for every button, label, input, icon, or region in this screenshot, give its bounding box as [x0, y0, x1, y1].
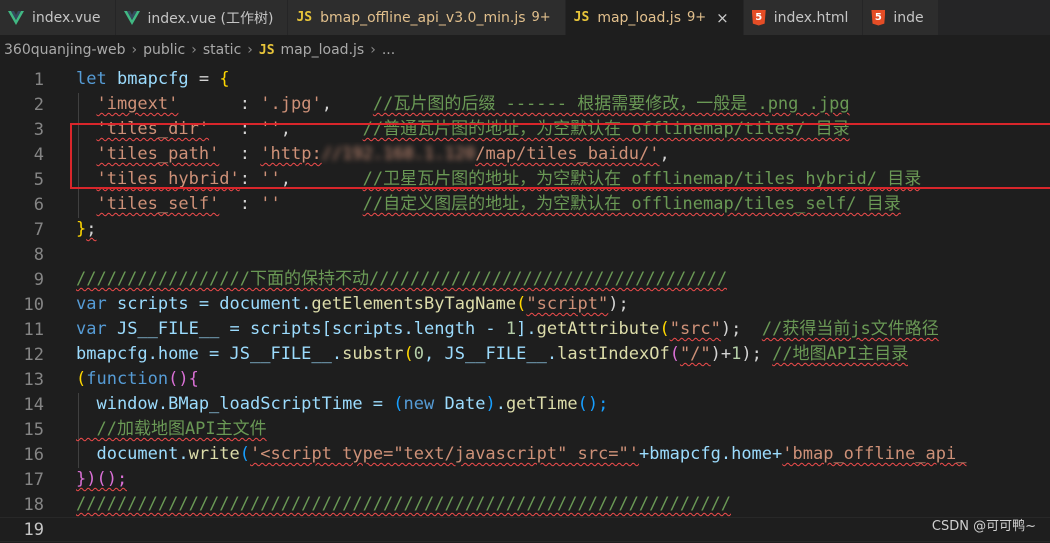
line-number: 4: [33, 144, 44, 165]
line-number: 5: [33, 169, 44, 190]
tab-label: map_load.js: [597, 9, 681, 26]
line-number: 8: [33, 244, 44, 265]
code-line[interactable]: 7 };: [0, 217, 1050, 242]
code-line[interactable]: 15 //加载地图API主文件: [0, 417, 1050, 442]
code-text: 'tiles_dir' : '', //普通瓦片图的地址，为空默认在 offli…: [96, 119, 850, 139]
breadcrumb-item-file[interactable]: map_load.js: [281, 42, 365, 58]
chevron-right-icon: ›: [191, 42, 197, 58]
chevron-right-icon: ›: [247, 42, 253, 58]
code-line[interactable]: 4 'tiles_path' : 'http://192.168.1.120/m…: [0, 142, 1050, 167]
tab-index-vue-worktree[interactable]: index.vue (工作树): [115, 0, 289, 35]
tab-label: index.html: [773, 9, 849, 26]
code-text: window.BMap_loadScriptTime = (new Date).…: [76, 394, 609, 414]
tab-index-html-2[interactable]: 5 inde: [863, 0, 939, 35]
code-line[interactable]: 11 var JS__FILE__ = scripts[scripts.leng…: [0, 317, 1050, 342]
chevron-right-icon: ›: [370, 42, 376, 58]
tab-bmap-offline-api[interactable]: JS bmap_offline_api_v3.0_min.js 9+: [288, 0, 566, 35]
tab-label: index.vue (工作树): [147, 10, 274, 27]
tab-index-html[interactable]: 5 index.html: [743, 0, 864, 35]
tab-label: inde: [893, 9, 924, 26]
js-icon: JS: [573, 10, 590, 25]
code-text: bmapcfg.home = JS__FILE__.substr(0, JS__…: [76, 344, 909, 364]
line-number: 18: [23, 494, 44, 515]
code-line[interactable]: 14 window.BMap_loadScriptTime = (new Dat…: [0, 392, 1050, 417]
line-number: 12: [23, 344, 44, 365]
line-number: 17: [23, 469, 44, 490]
vue-icon: [123, 10, 140, 25]
watermark: CSDN @可可鸭~: [931, 519, 1036, 534]
line-number: 13: [23, 369, 44, 390]
code-text: var JS__FILE__ = scripts[scripts.length …: [76, 319, 939, 339]
problem-count-badge: 9+: [687, 10, 707, 25]
line-number: 10: [23, 294, 44, 315]
line-number: 15: [23, 419, 44, 440]
code-line[interactable]: 12 bmapcfg.home = JS__FILE__.substr(0, J…: [0, 342, 1050, 367]
code-text: 'tiles_hybrid': '', //卫星瓦片图的地址，为空默认在 off…: [96, 169, 922, 189]
line-number: 6: [33, 194, 44, 215]
breadcrumb-item-static[interactable]: static: [203, 42, 241, 58]
code-text: };: [76, 219, 97, 239]
js-icon: JS: [296, 10, 313, 25]
line-number: 1: [33, 69, 44, 90]
code-line[interactable]: 8: [0, 242, 1050, 267]
code-line[interactable]: 6 'tiles_self' : '' //自定义图层的地址，为空默认在 off…: [0, 192, 1050, 217]
code-line[interactable]: 13 (function(){: [0, 367, 1050, 392]
code-text: /////////////////下面的保持不动////////////////…: [76, 269, 728, 289]
code-text: })();: [76, 469, 128, 489]
vue-icon: [8, 10, 24, 25]
html5-icon: 5: [751, 9, 766, 26]
code-line[interactable]: 3 'tiles_dir' : '', //普通瓦片图的地址，为空默认在 off…: [0, 117, 1050, 142]
code-line[interactable]: 5 'tiles_hybrid': '', //卫星瓦片图的地址，为空默认在 o…: [0, 167, 1050, 192]
code-line[interactable]: 10 var scripts = document.getElementsByT…: [0, 292, 1050, 317]
line-number: 7: [33, 219, 44, 240]
chevron-right-icon: ›: [131, 42, 138, 58]
code-text: document.write('<script type="text/javas…: [76, 444, 967, 464]
tab-label: index.vue: [32, 9, 101, 26]
code-line[interactable]: 9 /////////////////下面的保持不动//////////////…: [0, 267, 1050, 292]
tab-map-load-js[interactable]: JS map_load.js 9+ ×: [565, 0, 744, 35]
code-text: //加载地图API主文件: [76, 419, 267, 439]
code-text: 'imgext' : '.jpg', //瓦片图的后缀 ------ 根据需要修…: [96, 94, 850, 114]
code-line[interactable]: 1 let bmapcfg = {: [0, 67, 1050, 92]
code-text: let bmapcfg = {: [76, 69, 230, 89]
line-number: 2: [33, 94, 44, 115]
breadcrumb-item-public[interactable]: public: [143, 42, 185, 58]
breadcrumb-item-more[interactable]: ...: [382, 42, 395, 58]
line-number: 19: [23, 519, 44, 540]
code-text: ////////////////////////////////////////…: [76, 494, 732, 514]
line-number: 9: [33, 269, 44, 290]
code-editor[interactable]: 1 let bmapcfg = { 2 'imgext' : '.jpg', /…: [0, 65, 1050, 543]
js-icon: JS: [258, 42, 275, 58]
redacted-address: //192.168.1.120: [321, 144, 476, 164]
breadcrumb-item-root[interactable]: 360quanjing-web: [4, 42, 125, 58]
editor-tab-bar: index.vue index.vue (工作树) JS bmap_offlin…: [0, 0, 1050, 35]
code-line-current[interactable]: 19: [0, 517, 1050, 542]
code-line[interactable]: 2 'imgext' : '.jpg', //瓦片图的后缀 ------ 根据需…: [0, 92, 1050, 117]
line-number: 16: [23, 444, 44, 465]
html5-icon: 5: [871, 9, 886, 26]
line-number: 3: [33, 119, 44, 140]
problem-count-badge: 9+: [531, 10, 551, 25]
code-text: 'tiles_path' : 'http://192.168.1.120/map…: [96, 144, 670, 164]
code-line[interactable]: 18 /////////////////////////////////////…: [0, 492, 1050, 517]
code-line[interactable]: 17 })();: [0, 467, 1050, 492]
code-text: 'tiles_self' : '' //自定义图层的地址，为空默认在 offli…: [96, 194, 901, 214]
code-text: var scripts = document.getElementsByTagN…: [76, 294, 629, 314]
breadcrumb: 360quanjing-web › public › static › JS m…: [0, 35, 1050, 65]
line-number: 14: [23, 394, 44, 415]
line-number: 11: [23, 319, 44, 340]
close-icon[interactable]: ×: [716, 9, 729, 27]
code-text: (function(){: [76, 369, 199, 389]
tab-label: bmap_offline_api_v3.0_min.js: [320, 9, 526, 26]
code-line[interactable]: 16 document.write('<script type="text/ja…: [0, 442, 1050, 467]
tab-index-vue[interactable]: index.vue: [0, 0, 116, 35]
